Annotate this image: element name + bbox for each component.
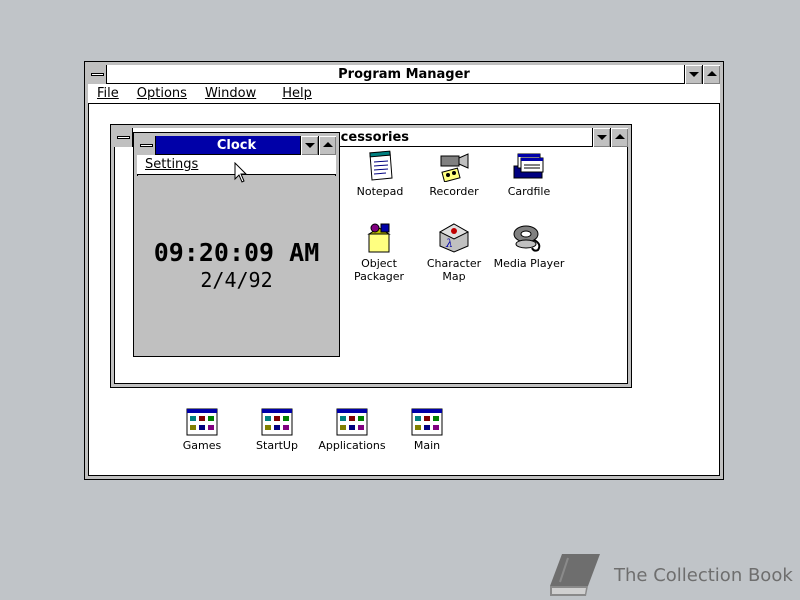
group-icon-label: StartUp [256,439,298,452]
app-icon-label: Media Player [493,257,565,270]
program-manager-titlebar[interactable]: Program Manager [88,65,720,84]
svg-text:λ: λ [445,237,453,250]
group-icon-label: Applications [318,439,386,452]
clock-minimize-button[interactable] [300,136,318,155]
app-icon-object-packager[interactable]: Object Packager [339,222,419,283]
menu-file[interactable]: File [88,86,128,101]
menu-window[interactable]: Window [196,86,265,101]
group-icon-label: Main [413,439,441,452]
accessories-title: ccessories [332,129,410,145]
app-icon-label: Recorder [429,185,479,198]
menu-help[interactable]: Help [273,86,321,101]
app-icon-cardfile[interactable]: Cardfile [489,150,569,198]
object-packager-icon [367,223,391,253]
program-manager-minimize-button[interactable] [684,65,702,84]
recorder-icon [440,153,469,182]
cardfile-icon [513,153,544,179]
program-group-icon [186,408,218,436]
mouse-cursor-icon [234,162,248,183]
app-icon-notepad[interactable]: Notepad [340,150,420,198]
program-group-icon [411,408,443,436]
app-icon-recorder[interactable]: Recorder [414,150,494,198]
group-icon-applications[interactable]: Applications [312,408,392,452]
accessories-maximize-button[interactable] [610,128,628,147]
watermark-text: The Collection Book [614,564,793,586]
program-group-icon [261,408,293,436]
program-group-icon [336,408,368,436]
app-icon-character-map[interactable]: λ Character Map [414,222,494,283]
app-icon-label: Notepad [356,185,404,198]
menu-settings[interactable]: Settings [137,157,207,172]
clock-title: Clock [216,137,257,153]
app-icon-label: Character Map [426,257,482,283]
app-icon-label: Cardfile [507,185,551,198]
watermark: The Collection Book [548,552,793,598]
accessories-system-menu-button[interactable] [114,128,133,147]
app-icon-media-player[interactable]: Media Player [489,222,569,270]
clock-titlebar[interactable]: Clock [137,136,336,155]
program-manager-menubar: File Options Window Help [88,84,720,104]
book-icon [550,554,600,596]
app-icon-label: Object Packager [353,257,405,283]
clock-display: 09:20:09 AM 2/4/92 [137,176,336,353]
media-player-icon [513,225,541,252]
accessories-minimize-button[interactable] [592,128,610,147]
group-icon-main[interactable]: Main [387,408,467,452]
clock-system-menu-button[interactable] [137,136,156,155]
clock-date: 2/4/92 [200,268,273,292]
group-icon-games[interactable]: Games [162,408,242,452]
program-manager-system-menu-button[interactable] [88,65,107,84]
clock-time: 09:20:09 AM [153,238,320,267]
notepad-icon [369,150,393,181]
group-icon-startup[interactable]: StartUp [237,408,317,452]
group-icon-label: Games [182,439,222,452]
character-map-icon: λ [438,223,470,253]
clock-maximize-button[interactable] [318,136,336,155]
program-manager-title: Program Manager [338,66,470,82]
program-manager-maximize-button[interactable] [702,65,720,84]
menu-options[interactable]: Options [128,86,196,101]
